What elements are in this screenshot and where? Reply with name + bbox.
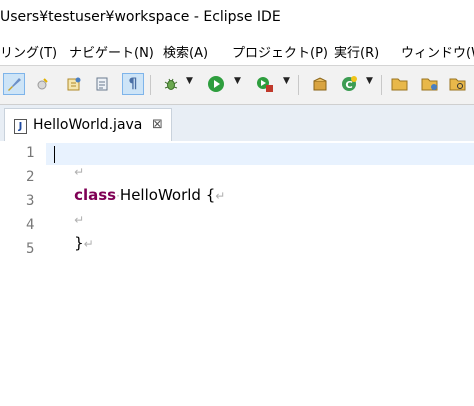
- menu-bar: リング(T) ナビゲート(N) 検索(A) プロジェクト(P) 実行(R) ウィ…: [0, 37, 474, 66]
- title-bar: Users¥testuser¥workspace - Eclipse IDE: [0, 0, 474, 37]
- run-icon[interactable]: [205, 73, 227, 95]
- code-text: HelloWorld {: [119, 186, 216, 204]
- menu-project[interactable]: プロジェクト(P): [232, 42, 328, 61]
- line-break-marker: ↵: [83, 237, 94, 251]
- open-task-icon[interactable]: [91, 73, 113, 95]
- line-break-marker: ↵: [215, 189, 226, 203]
- tab-label: HelloWorld.java: [33, 117, 143, 133]
- line-number: 5: [26, 241, 35, 257]
- external-tools-icon[interactable]: [254, 73, 276, 95]
- menu-search[interactable]: 検索(A): [163, 42, 208, 61]
- line-number: 3: [26, 193, 35, 209]
- toolbar-separator: [150, 75, 151, 95]
- menu-navigate[interactable]: ナビゲート(N): [69, 42, 154, 61]
- open-folder-icon[interactable]: [389, 73, 411, 95]
- svg-text:C: C: [345, 80, 352, 91]
- close-icon[interactable]: ⊠: [152, 117, 163, 132]
- debug-dropdown-icon[interactable]: ▼: [186, 76, 193, 86]
- line-number: 2: [26, 169, 35, 185]
- toolbar-separator: [381, 75, 382, 95]
- brush-icon[interactable]: [3, 73, 25, 95]
- line-number: 4: [26, 217, 35, 233]
- debug-icon[interactable]: [160, 73, 182, 95]
- current-line-highlight: [46, 143, 474, 165]
- menu-refactor[interactable]: リング(T): [0, 42, 57, 61]
- new-class-icon[interactable]: C: [338, 73, 360, 95]
- menu-window[interactable]: ウィンドウ(W): [401, 42, 474, 61]
- main-toolbar: ¶ ▼ ▼ ▼ C ▼: [0, 66, 474, 105]
- search-folder-icon[interactable]: [447, 73, 469, 95]
- toggle-mark-occurrences-icon[interactable]: [31, 73, 53, 95]
- line-number: 1: [26, 145, 35, 161]
- java-file-icon: J: [14, 119, 27, 134]
- open-project-icon[interactable]: [419, 73, 441, 95]
- external-tools-dropdown-icon[interactable]: ▼: [283, 76, 290, 86]
- open-type-icon[interactable]: [63, 73, 85, 95]
- toolbar-separator: [298, 75, 299, 95]
- menu-run[interactable]: 実行(R): [334, 42, 379, 61]
- window-title: Users¥testuser¥workspace - Eclipse IDE: [0, 9, 281, 25]
- new-class-dropdown-icon[interactable]: ▼: [366, 76, 373, 86]
- run-dropdown-icon[interactable]: ▼: [234, 76, 241, 86]
- editor-tab-bar: J HelloWorld.java ⊠: [0, 105, 474, 142]
- code-text: }: [74, 234, 84, 252]
- new-package-icon[interactable]: [309, 73, 331, 95]
- tab-helloworld-java[interactable]: J HelloWorld.java ⊠: [4, 108, 172, 142]
- code-editor[interactable]: 1 2 3 4 5 ↵ class·HelloWorld {↵ ↵ }↵: [0, 141, 474, 406]
- show-whitespace-icon[interactable]: ¶: [122, 73, 144, 95]
